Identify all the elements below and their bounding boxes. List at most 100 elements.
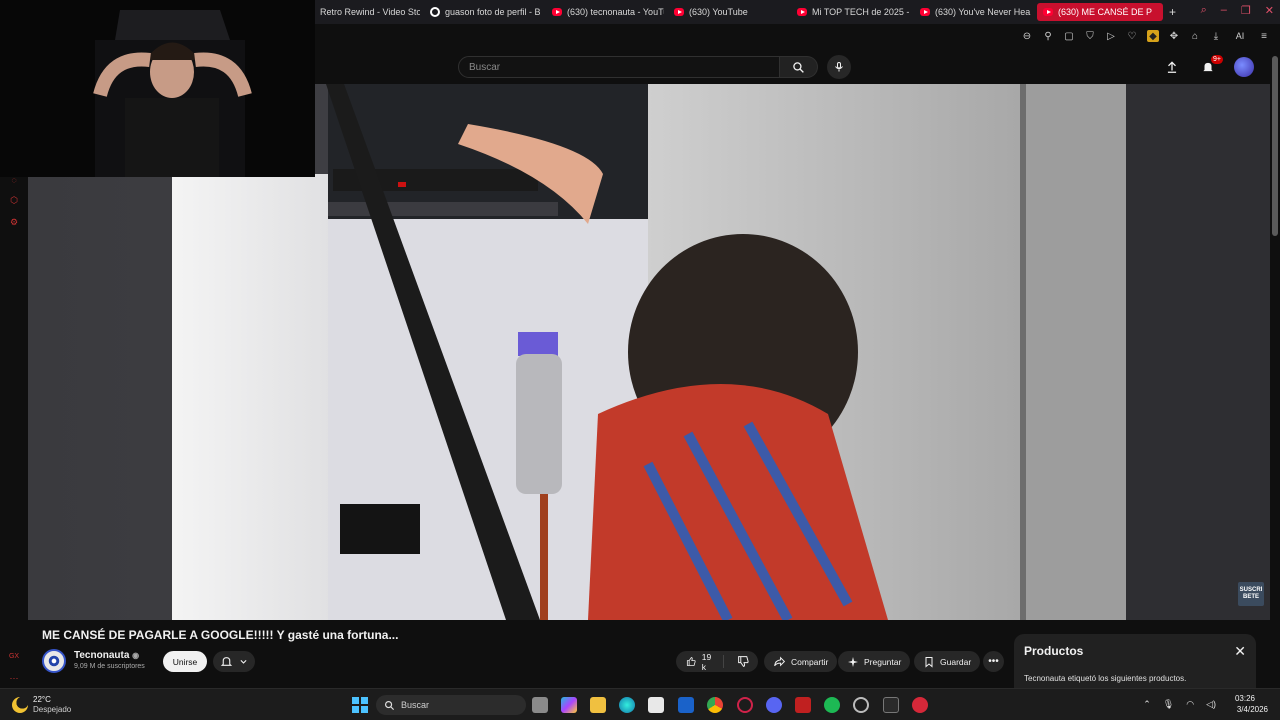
tab-label: (630) You've Never Hea [935,7,1031,17]
new-tab-button[interactable]: + [1163,3,1179,21]
windows-start-icon[interactable] [352,697,368,713]
tab-top-tech[interactable]: Mi TOP TECH de 2025 - [791,3,909,21]
google-icon [430,7,440,17]
taskbar-search[interactable]: Buscar [376,695,526,715]
notifications-button[interactable]: 9+ [1196,55,1223,79]
tab-label: Retro Rewind - Video Sto [320,7,420,17]
sparkle-icon [848,656,858,667]
close-icon[interactable]: ✕ [1234,644,1246,658]
more-icon[interactable]: ··· [8,672,20,684]
extensions-icon[interactable]: ✥ [1168,30,1180,42]
bookmark-icon [925,656,933,668]
weather-description[interactable]: Despejado [33,705,71,714]
page-scrollbar[interactable] [1272,56,1278,236]
account-button[interactable] [1232,55,1256,79]
edge-icon[interactable] [619,697,635,713]
epic-games-icon[interactable] [883,697,899,713]
channel-logo-icon [48,655,60,667]
tab-youtube[interactable]: (630) YouTube [668,3,780,21]
join-button[interactable]: Unirse [163,651,207,672]
moon-icon[interactable] [12,697,28,713]
window-controls: ⌕ – ❐ ✕ [1201,4,1274,17]
menu-icon[interactable]: ≡ [1258,30,1270,42]
close-icon[interactable]: ✕ [1265,4,1274,17]
screen: Retro Rewind - Video Sto guason foto de … [0,0,1280,720]
clock-time[interactable]: 03:26 [1235,694,1255,703]
like-count: 19 k [701,651,712,672]
pin-icon[interactable]: ⚲ [1042,30,1054,42]
dislike-button[interactable] [729,655,758,668]
tab-label: (630) tecnonauta - YouTu [567,7,664,17]
bell-icon [220,657,233,666]
more-actions-button[interactable]: ••• [983,651,1004,672]
verified-icon: ◉ [132,651,140,660]
spotify-icon[interactable] [824,697,840,713]
tab-tecnonauta[interactable]: (630) tecnonauta - YouTu [546,3,664,21]
shield-icon[interactable]: ⛉ [1084,30,1096,42]
media-player-icon[interactable] [795,697,811,713]
copilot-icon[interactable] [561,697,577,713]
sidebar-icon-2[interactable]: ⬡ [8,194,20,206]
opera-gx-icon[interactable] [737,697,753,713]
share-button[interactable]: Compartir [764,651,838,672]
screenshot-icon[interactable]: ▢ [1063,30,1075,42]
maximize-icon[interactable]: ❐ [1241,4,1251,17]
tab-me-canse-active[interactable]: (630) ME CANSÉ DE P [1037,3,1163,21]
search-icon[interactable]: ⌕ [1201,4,1207,17]
lock-icon[interactable]: ⌂ [1189,30,1201,42]
products-title: Productos [1024,644,1084,658]
voice-search-button[interactable] [827,55,851,79]
gx-icon[interactable]: GX [8,650,20,662]
microphone-icon [835,62,843,72]
search-icon [793,61,804,73]
chevron-down-icon [240,659,247,664]
tab-label: guason foto de perfil - B [445,7,540,17]
microphone-icon[interactable]: 🎙︎ [1163,699,1174,710]
ai-icon[interactable]: AI [1231,30,1249,42]
save-button[interactable]: Guardar [914,651,981,672]
search-icon [385,700,395,710]
heart-icon[interactable]: ♡ [1126,30,1138,42]
clock-date[interactable]: 3/4/2026 [1237,705,1268,714]
ask-button[interactable]: Preguntar [838,651,911,672]
wallet-icon[interactable]: ◆ [1147,30,1159,42]
file-explorer-icon[interactable] [590,697,606,713]
like-dislike-group: 19 k [676,651,758,672]
taskbar: 22°C Despejado Buscar ⌃ 🎙︎ ◠ ◁) 03:26 3/… [0,688,1280,720]
download-icon[interactable]: ⤓ [1210,30,1222,42]
settings-icon[interactable]: ⚙ [8,216,20,228]
browser-toolbar: ⊖ ⚲ ▢ ⛉ ▷ ♡ ◆ ✥ ⌂ ⤓ AI ≡ [1021,30,1270,42]
tab-retro-rewind[interactable]: Retro Rewind - Video Sto [314,3,420,21]
zoom-icon[interactable]: ⊖ [1021,30,1033,42]
search-button[interactable] [780,56,818,78]
channel-avatar[interactable] [42,649,66,673]
tab-guason-foto[interactable]: guason foto de perfil - B [424,3,540,21]
webcam-overlay [0,0,315,177]
discord-icon[interactable] [766,697,782,713]
tab-label: (630) ME CANSÉ DE P [1058,7,1153,17]
weather-temperature[interactable]: 22°C [33,695,51,704]
search-input[interactable]: Buscar [458,56,780,78]
wifi-icon[interactable]: ◠ [1186,699,1194,710]
chevron-up-icon[interactable]: ⌃ [1143,699,1151,710]
upload-button[interactable] [1160,55,1184,79]
like-button[interactable]: 19 k [676,652,724,672]
sidebar-icon-1[interactable]: ◌ [8,174,20,186]
chrome-icon[interactable] [707,697,723,713]
settings-app-icon[interactable] [853,697,869,713]
video-title: ME CANSÉ DE PAGARLE A GOOGLE!!!!! Y gast… [42,628,399,642]
subscribe-watermark[interactable]: SUSCRI BETE [1238,582,1264,606]
opera-icon[interactable] [912,697,928,713]
store-icon[interactable] [648,697,664,713]
task-view-icon[interactable] [532,697,548,713]
youtube-icon [1043,7,1053,17]
subscription-bell-button[interactable] [213,651,255,672]
channel-name[interactable]: Tecnonauta ◉ [74,650,139,661]
play-icon[interactable]: ▷ [1105,30,1117,42]
share-icon [774,656,786,667]
volume-icon[interactable]: ◁) [1206,699,1216,710]
mail-icon[interactable] [678,697,694,713]
subscriber-count: 9,09 M de suscriptores [74,663,145,670]
tab-never-heard[interactable]: (630) You've Never Hea [914,3,1032,21]
minimize-icon[interactable]: – [1221,4,1227,17]
